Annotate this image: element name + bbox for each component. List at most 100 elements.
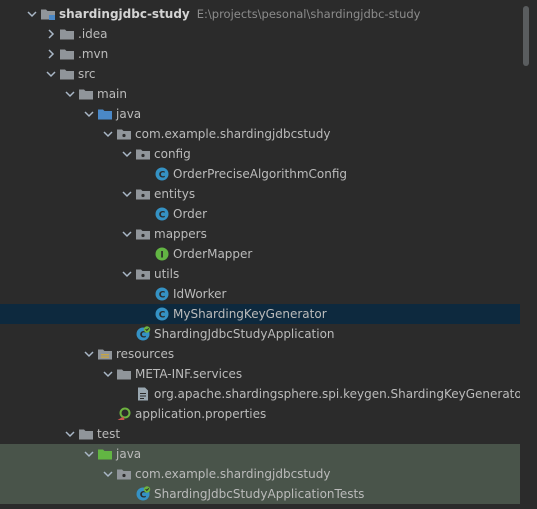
package-icon: [116, 466, 132, 482]
source-root-icon: [97, 106, 113, 122]
tree-node-com-example-shardingjdbcstudy[interactable]: com.example.shardingjdbcstudy: [0, 124, 520, 144]
class-icon: C: [154, 166, 170, 182]
tree-node-com-example-shardingjdbcstudy[interactable]: com.example.shardingjdbcstudy: [0, 464, 520, 484]
chevron-down-icon[interactable]: [81, 446, 97, 462]
tree-node-shardingjdbc-study[interactable]: shardingjdbc-study E:\projects\pesonal\sh…: [0, 4, 520, 24]
tree-node-ordermapper[interactable]: I OrderMapper: [0, 244, 520, 264]
module-folder-icon: [40, 6, 56, 22]
package-icon: [135, 146, 151, 162]
tree-node-label: IdWorker: [173, 287, 227, 301]
chevron-down-icon[interactable]: [81, 106, 97, 122]
class-icon: C: [154, 286, 170, 302]
tree-node-label: com.example.shardingjdbcstudy: [135, 467, 331, 481]
tree-node-idea[interactable]: .idea: [0, 24, 520, 44]
class-icon: C: [154, 306, 170, 322]
tree-node-mvn[interactable]: .mvn: [0, 44, 520, 64]
svg-text:C: C: [159, 290, 166, 300]
chevron-down-icon[interactable]: [43, 66, 59, 82]
folder-icon: [59, 66, 75, 82]
tree-node-label: Order: [173, 207, 208, 221]
chevron-down-icon[interactable]: [100, 466, 116, 482]
project-tree-panel: shardingjdbc-study E:\projects\pesonal\sh…: [0, 0, 537, 509]
tree-node-label: application.properties: [135, 407, 267, 421]
package-icon: [135, 266, 151, 282]
chevron-down-icon[interactable]: [119, 186, 135, 202]
chevron-down-icon[interactable]: [24, 6, 40, 22]
project-path: E:\projects\pesonal\shardingjdbc-study: [196, 7, 421, 21]
svg-text:C: C: [159, 210, 166, 220]
chevron-down-icon[interactable]: [62, 426, 78, 442]
chevron-down-icon[interactable]: [62, 86, 78, 102]
svg-text:C: C: [159, 170, 166, 180]
tree-node-label: utils: [154, 267, 180, 281]
tree-node-myshardingkeygenerator[interactable]: C MyShardingKeyGenerator: [0, 304, 520, 324]
chevron-right-icon[interactable]: [43, 46, 59, 62]
chevron-down-icon[interactable]: [100, 126, 116, 142]
tree-node-label: mappers: [154, 227, 207, 241]
package-icon: [116, 126, 132, 142]
tree-node-org-apache-shardingsphere-spi-keygen-shardingkeygenerator[interactable]: org.apache.shardingsphere.spi.keygen.Sha…: [0, 384, 527, 404]
chevron-right-icon[interactable]: [43, 26, 59, 42]
tree-node-application-properties[interactable]: application.properties: [0, 404, 520, 424]
chevron-down-icon[interactable]: [100, 366, 116, 382]
tree-node-label: java: [116, 447, 142, 461]
chevron-down-icon[interactable]: [119, 226, 135, 242]
folder-icon: [59, 46, 75, 62]
interface-icon: I: [154, 246, 170, 262]
svg-text:I: I: [160, 250, 163, 260]
tree-node-utils[interactable]: utils: [0, 264, 520, 284]
tree-node-main[interactable]: main: [0, 84, 520, 104]
tree-node-shardingjdbcstudyapplication[interactable]: C ShardingJdbcStudyApplication: [0, 324, 520, 344]
tree-node-label: test: [97, 427, 121, 441]
tree-node-resources[interactable]: resources: [0, 344, 520, 364]
package-icon: [135, 226, 151, 242]
chevron-down-icon[interactable]: [119, 146, 135, 162]
properties-file-icon: [116, 406, 132, 422]
tree-node-label: ShardingJdbcStudyApplicationTests: [154, 487, 365, 501]
tree-node-label: java: [116, 107, 142, 121]
tree-node-label: entitys: [154, 187, 196, 201]
tree-node-label: .idea: [78, 27, 108, 41]
folder-icon: [116, 366, 132, 382]
tree-node-label: shardingjdbc-study: [59, 7, 190, 21]
tree-node-label: MyShardingKeyGenerator: [173, 307, 327, 321]
tree-node-label: resources: [116, 347, 175, 361]
resources-root-icon: [97, 346, 113, 362]
tree-node-order[interactable]: C Order: [0, 204, 520, 224]
tree-node-label: META-INF.services: [135, 367, 243, 381]
tree-node-shardingjdbcstudyapplicationtests[interactable]: C ShardingJdbcStudyApplicationTests: [0, 484, 520, 504]
tree-node-meta-inf-services[interactable]: META-INF.services: [0, 364, 520, 384]
tree-node-label: ShardingJdbcStudyApplication: [154, 327, 335, 341]
chevron-down-icon[interactable]: [119, 266, 135, 282]
tree-node-java[interactable]: java: [0, 444, 520, 464]
tree-node-idworker[interactable]: C IdWorker: [0, 284, 520, 304]
folder-icon: [78, 426, 94, 442]
test-root-icon: [97, 446, 113, 462]
package-icon: [135, 186, 151, 202]
tree-node-label: main: [97, 87, 127, 101]
folder-icon: [78, 86, 94, 102]
tree-node-label: src: [78, 67, 96, 81]
tree-node-config[interactable]: config: [0, 144, 520, 164]
tree-node-mappers[interactable]: mappers: [0, 224, 520, 244]
tree-node-src[interactable]: src: [0, 64, 520, 84]
tree-node-test[interactable]: test: [0, 424, 520, 444]
class-icon: C: [154, 206, 170, 222]
tree-node-java[interactable]: java: [0, 104, 520, 124]
scrollbar-thumb[interactable]: [523, 6, 529, 66]
tree-node-label: .mvn: [78, 47, 109, 61]
tree-node-label: config: [154, 147, 191, 161]
svg-text:C: C: [159, 310, 166, 320]
tree-node-entitys[interactable]: entitys: [0, 184, 520, 204]
vertical-scrollbar[interactable]: [520, 0, 537, 509]
tree-node-orderprecisealgorithmconfig[interactable]: C OrderPreciseAlgorithmConfig: [0, 164, 520, 184]
chevron-down-icon[interactable]: [81, 346, 97, 362]
